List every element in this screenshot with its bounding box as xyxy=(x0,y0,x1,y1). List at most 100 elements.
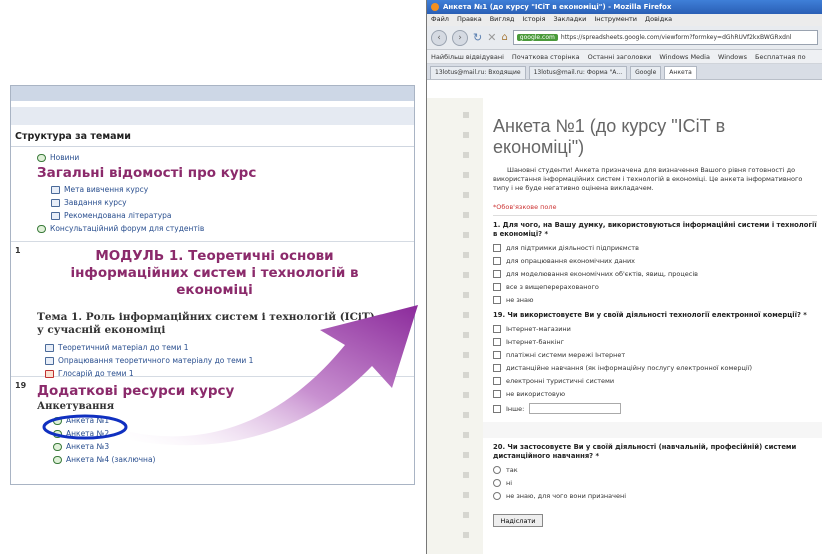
menu-tools[interactable]: Інструменти xyxy=(594,15,637,25)
section-general: Новини Загальні відомості про курс Мета … xyxy=(11,147,414,242)
checkbox-option[interactable]: не знаю xyxy=(493,296,817,304)
assignment-label: Опрацювання теоретичного матеріалу до те… xyxy=(58,356,254,365)
bookmark-item[interactable]: Початкова сторінка xyxy=(512,53,580,61)
survey-3-link[interactable]: Анкета №3 xyxy=(53,440,414,453)
radio[interactable] xyxy=(493,479,501,487)
checkbox-option[interactable]: не використовую xyxy=(493,390,817,398)
menu-view[interactable]: Вигляд xyxy=(490,15,515,25)
tab-mail-form[interactable]: 13lotus@mail.ru: Форма "А... xyxy=(528,66,628,79)
checkbox-option[interactable]: Інтернет-магазини xyxy=(493,325,817,333)
checkbox-option[interactable]: для моделювання економічних об'єктів, яв… xyxy=(493,270,817,278)
resource-link[interactable]: Завдання курсу xyxy=(51,196,414,209)
checkbox-option[interactable]: електронні туристичні системи xyxy=(493,377,817,385)
home-icon[interactable]: ⌂ xyxy=(501,32,507,43)
option-label: не використовую xyxy=(506,390,566,398)
stop-icon[interactable]: ✕ xyxy=(487,31,496,44)
checkbox[interactable] xyxy=(493,377,501,385)
survey-label: Анкета №4 (заключна) xyxy=(66,455,156,464)
checkbox[interactable] xyxy=(493,296,501,304)
radio[interactable] xyxy=(493,492,501,500)
structure-title: Структура за темами xyxy=(11,125,414,147)
checkbox[interactable] xyxy=(493,404,501,413)
checkbox[interactable] xyxy=(493,390,501,398)
tab-mail-inbox[interactable]: 13lotus@mail.ru: Входящие xyxy=(430,66,526,79)
other-text-input[interactable] xyxy=(529,403,622,414)
tab-survey[interactable]: Анкета xyxy=(664,66,697,79)
forward-button[interactable]: › xyxy=(452,29,468,46)
document-icon xyxy=(51,185,60,194)
checkbox[interactable] xyxy=(493,257,501,265)
checkbox-option[interactable]: для опрацювання економічних даних xyxy=(493,257,817,265)
checkbox[interactable] xyxy=(493,338,501,346)
checkbox[interactable] xyxy=(493,351,501,359)
checkbox[interactable] xyxy=(493,270,501,278)
url-domain-badge: google.com xyxy=(516,34,558,41)
back-button[interactable]: ‹ xyxy=(431,29,447,46)
bookmarks-bar: Найбільш відвідувані Початкова сторінка … xyxy=(427,50,822,64)
menu-file[interactable]: Файл xyxy=(431,15,449,25)
other-label: Інше: xyxy=(506,404,525,413)
checkbox-option[interactable]: платіжні системи мережі Інтернет xyxy=(493,351,817,359)
moodle-course-panel: Структура за темами Новини Загальні відо… xyxy=(10,85,415,485)
menu-edit[interactable]: Правка xyxy=(457,15,482,25)
forum-link[interactable]: Консультаційний форум для студентів xyxy=(37,222,414,235)
option-label: для підтримки діяльності підприємств xyxy=(506,244,639,252)
page-content: Анкета №1 (до курсу "ІСіТ в економіці") … xyxy=(427,98,822,554)
resource-link[interactable]: Мета вивчення курсу xyxy=(51,183,414,196)
survey-icon xyxy=(53,416,62,425)
bookmark-item[interactable]: Windows xyxy=(718,53,747,61)
option-label: для опрацювання економічних даних xyxy=(506,257,636,265)
news-label: Новини xyxy=(50,153,80,162)
checkbox-option[interactable]: дистанційне навчання (як інформаційну по… xyxy=(493,364,817,372)
section-number: 19 xyxy=(15,381,27,390)
other-option[interactable]: Інше: xyxy=(493,403,817,414)
checkbox[interactable] xyxy=(493,325,501,333)
moodle-top-bar xyxy=(11,86,414,101)
checkbox[interactable] xyxy=(493,244,501,252)
survey-1-link[interactable]: Анкета №1 xyxy=(53,414,414,427)
forum-icon xyxy=(37,153,46,162)
option-label: ні xyxy=(506,479,513,487)
menu-history[interactable]: Історія xyxy=(522,15,545,25)
survey-4-link[interactable]: Анкета №4 (заключна) xyxy=(53,453,414,466)
tab-google[interactable]: Google xyxy=(630,66,662,79)
option-label: платіжні системи мережі Інтернет xyxy=(506,351,626,359)
checkbox-option[interactable]: для підтримки діяльності підприємств xyxy=(493,244,817,252)
option-label: дистанційне навчання (як інформаційну по… xyxy=(506,364,753,372)
question-1: 1. Для чого, на Вашу думку, використовую… xyxy=(493,221,817,238)
option-label: так xyxy=(506,466,518,474)
radio[interactable] xyxy=(493,466,501,474)
topic-title: Тема 1. Роль інформаційних систем і техн… xyxy=(37,311,375,336)
menu-bookmarks[interactable]: Закладки xyxy=(554,15,587,25)
news-link[interactable]: Новини xyxy=(37,151,414,164)
bookmark-item[interactable]: Найбільш відвідувані xyxy=(431,53,504,61)
survey-label: Анкета №1 xyxy=(66,416,110,425)
resources-title: Додаткові ресурси курсу xyxy=(37,383,235,399)
radio-option[interactable]: не знаю, для чого вони призначені xyxy=(493,492,817,500)
window-titlebar: Анкета №1 (до курсу "ІСіТ в економіці") … xyxy=(427,0,822,14)
reload-icon[interactable]: ↻ xyxy=(473,31,482,44)
nav-toolbar: ‹ › ↻ ✕ ⌂ google.com https://spreadsheets… xyxy=(427,26,822,50)
general-section-title: Загальні відомості про курс xyxy=(37,165,257,181)
bookmark-item[interactable]: Бесплатная по xyxy=(755,53,806,61)
assignment-link[interactable]: Опрацювання теоретичного матеріалу до те… xyxy=(45,354,384,367)
address-bar[interactable]: google.com https://spreadsheets.google.co… xyxy=(512,30,818,45)
survey-icon xyxy=(53,455,62,464)
checkbox[interactable] xyxy=(493,364,501,372)
submit-button[interactable]: Надіслати xyxy=(493,514,543,527)
forum-label: Консультаційний форум для студентів xyxy=(50,224,205,233)
checkbox-option[interactable]: все з вищеперерахованого xyxy=(493,283,817,291)
google-form: Анкета №1 (до курсу "ІСіТ в економіці") … xyxy=(483,98,822,554)
checkbox[interactable] xyxy=(493,283,501,291)
menu-help[interactable]: Довідка xyxy=(645,15,672,25)
resource-link[interactable]: Теоретичний матеріал до теми 1 xyxy=(45,341,384,354)
radio-option[interactable]: так xyxy=(493,466,817,474)
bookmark-item[interactable]: Windows Media xyxy=(659,53,710,61)
resource-link[interactable]: Рекомендована література xyxy=(51,209,414,222)
bookmark-item[interactable]: Останні заголовки xyxy=(588,53,652,61)
checkbox-option[interactable]: Інтернет-банкінг xyxy=(493,338,817,346)
question-19: 19. Чи використовуєте Ви у своїй діяльно… xyxy=(493,311,807,319)
tab-bar: 13lotus@mail.ru: Входящие 13lotus@mail.r… xyxy=(427,64,822,80)
survey-2-link[interactable]: Анкета №2 xyxy=(53,427,414,440)
radio-option[interactable]: ні xyxy=(493,479,817,487)
